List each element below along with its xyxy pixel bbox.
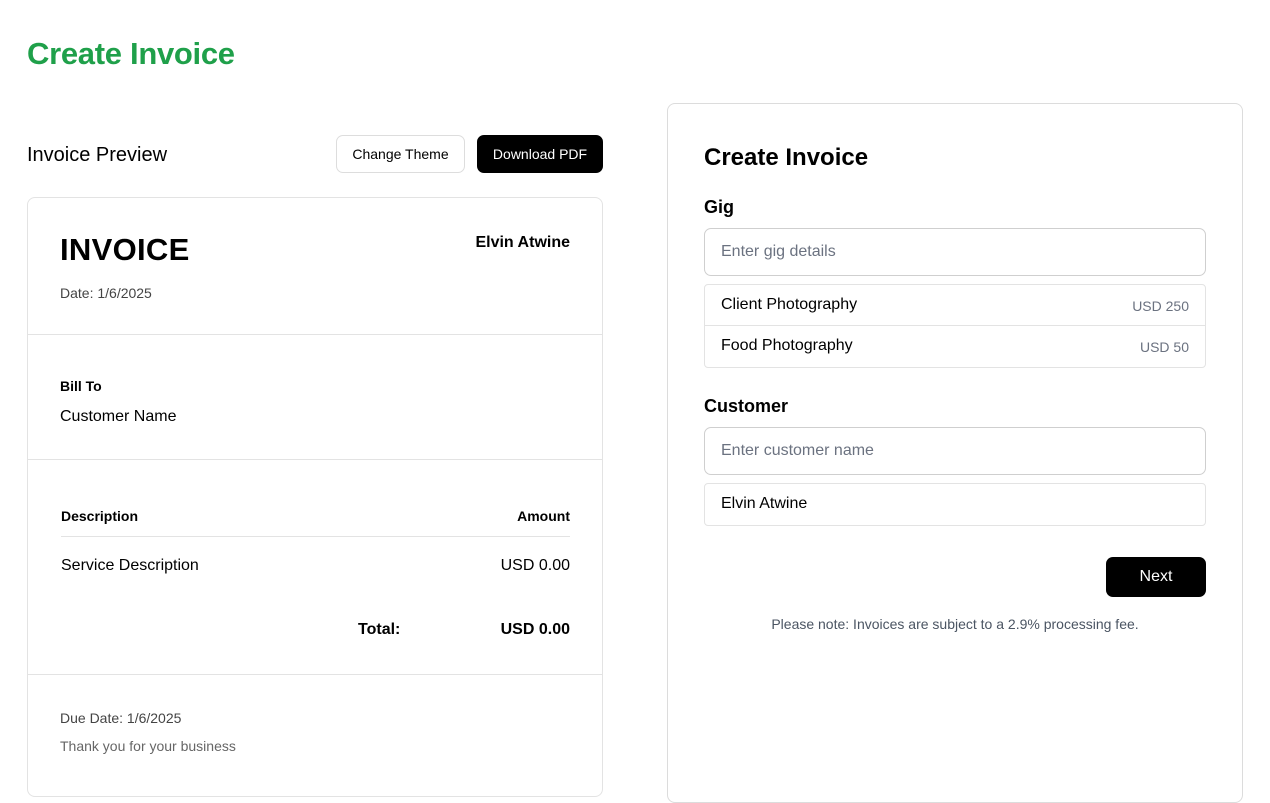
invoice-footer-section: Due Date: 1/6/2025 Thank you for your bu… bbox=[28, 675, 602, 795]
gig-option-name: Food Photography bbox=[721, 337, 853, 354]
invoice-heading: INVOICE bbox=[60, 232, 190, 267]
total-label: Total: bbox=[358, 621, 401, 638]
bill-to-name: Customer Name bbox=[60, 408, 177, 425]
preview-header: Invoice Preview Change Theme Download PD… bbox=[27, 134, 603, 174]
gig-label: Gig bbox=[704, 197, 734, 217]
gig-option-name: Client Photography bbox=[721, 296, 858, 313]
thank-you-note: Thank you for your business bbox=[60, 738, 236, 754]
invoice-date: Date: 1/6/2025 bbox=[60, 285, 152, 301]
form-title: Create Invoice bbox=[704, 144, 869, 171]
total-value: USD 0.00 bbox=[500, 621, 570, 638]
download-pdf-button[interactable]: Download PDF bbox=[477, 135, 603, 173]
issuer-name: Elvin Atwine bbox=[475, 234, 570, 251]
next-button[interactable]: Next bbox=[1106, 557, 1206, 597]
page-title: Create Invoice bbox=[27, 36, 235, 71]
gig-input[interactable] bbox=[704, 228, 1206, 276]
customer-input[interactable] bbox=[704, 427, 1206, 475]
create-invoice-form: Create Invoice Gig Client Photography US… bbox=[667, 103, 1243, 803]
amount-column-header: Amount bbox=[517, 508, 570, 524]
gig-options-list: Client Photography USD 250 Food Photogra… bbox=[704, 284, 1206, 368]
description-column-header: Description bbox=[61, 508, 139, 524]
gig-option[interactable]: Food Photography USD 50 bbox=[705, 326, 1205, 367]
invoice-header-section: INVOICE Elvin Atwine Date: 1/6/2025 bbox=[28, 198, 602, 335]
bill-to-label: Bill To bbox=[60, 378, 102, 394]
customer-option[interactable]: Elvin Atwine bbox=[705, 484, 1205, 525]
line-items-section: Description Amount Service Description U… bbox=[28, 460, 602, 675]
change-theme-button[interactable]: Change Theme bbox=[336, 135, 465, 173]
line-item-description: Service Description bbox=[61, 557, 199, 574]
processing-fee-note: Please note: Invoices are subject to a 2… bbox=[771, 616, 1139, 632]
gig-option-price: USD 250 bbox=[1132, 298, 1189, 314]
customer-option-name: Elvin Atwine bbox=[721, 495, 808, 512]
gig-option-price: USD 50 bbox=[1139, 339, 1189, 355]
line-item-amount: USD 0.00 bbox=[500, 557, 570, 574]
gig-option[interactable]: Client Photography USD 250 bbox=[705, 285, 1205, 326]
due-date: Due Date: 1/6/2025 bbox=[60, 710, 182, 726]
divider bbox=[61, 536, 570, 537]
customer-label: Customer bbox=[704, 396, 789, 416]
bill-to-section: Bill To Customer Name bbox=[28, 335, 602, 460]
invoice-preview-card: INVOICE Elvin Atwine Date: 1/6/2025 Bill… bbox=[27, 197, 603, 797]
preview-title: Invoice Preview bbox=[27, 144, 168, 166]
customer-options-list: Elvin Atwine bbox=[704, 483, 1206, 526]
